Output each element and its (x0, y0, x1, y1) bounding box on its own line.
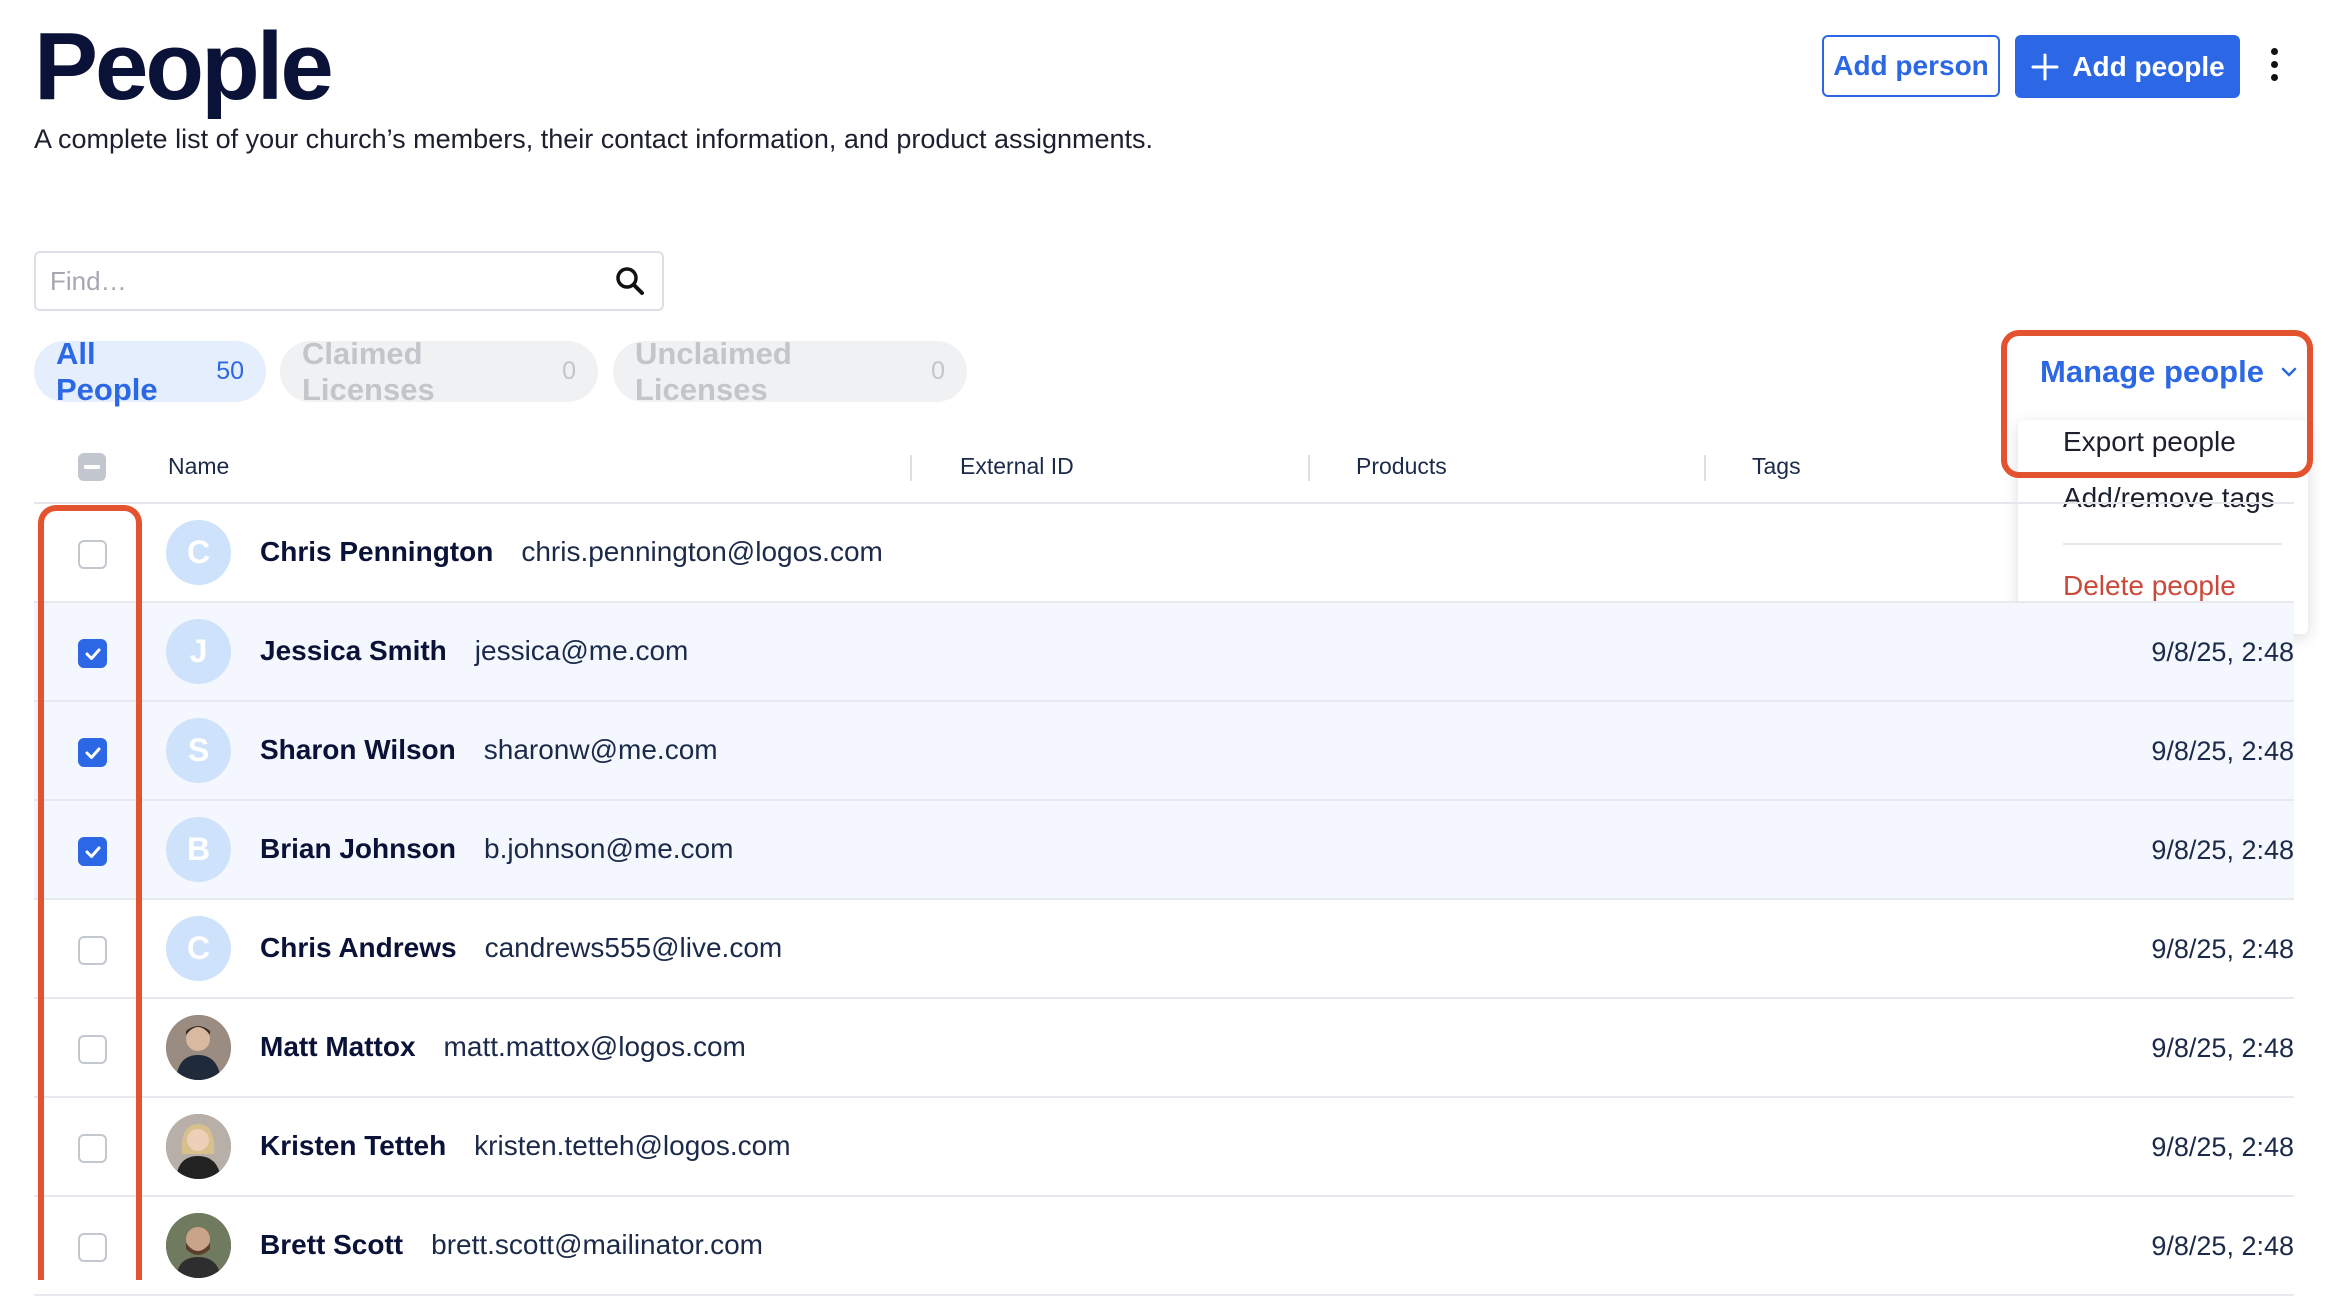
table-row[interactable]: B Brian Johnson b.johnson@me.com 9/8/25, … (34, 801, 2294, 900)
plus-icon (2031, 53, 2059, 80)
filter-label: Claimed Licenses (302, 335, 435, 407)
column-divider (1308, 455, 1310, 481)
table-row[interactable]: J Jessica Smith jessica@me.com 9/8/25, 2:… (34, 603, 2294, 702)
avatar: B (166, 817, 231, 882)
table-row[interactable]: S Sharon Wilson sharonw@me.com 9/8/25, 2:… (34, 702, 2294, 801)
avatar: S (166, 718, 231, 783)
avatar-photo (166, 1015, 231, 1080)
avatar: J (166, 619, 231, 684)
last-activity-date: 9/8/25, 2:48 (2151, 1231, 2294, 1261)
person-name[interactable]: Brian Johnson (260, 833, 456, 865)
last-activity-date: 9/8/25, 2:48 (2151, 1033, 2294, 1063)
filter-count: 0 (562, 357, 576, 385)
highlight-row-checkboxes (38, 505, 142, 1280)
person-name[interactable]: Kristen Tetteh (260, 1130, 446, 1162)
person-email: sharonw@me.com (483, 734, 718, 765)
person-email: kristen.tetteh@logos.com (474, 1130, 791, 1161)
person-email: b.johnson@me.com (484, 833, 734, 864)
filter-claimed-licenses[interactable]: Claimed Licenses 0 (280, 336, 598, 407)
column-divider (1704, 455, 1706, 481)
filter-count: 0 (931, 357, 945, 385)
person-name[interactable]: Chris Pennington (260, 536, 493, 568)
person-name[interactable]: Brett Scott (260, 1229, 403, 1261)
table-row[interactable]: C Chris Pennington chris.pennington@logos… (34, 504, 2294, 603)
search-input[interactable] (36, 264, 612, 298)
table-row[interactable]: Kristen Tetteh kristen.tetteh@logos.com 9… (34, 1098, 2294, 1197)
person-name[interactable]: Chris Andrews (260, 932, 457, 964)
person-email: chris.pennington@logos.com (521, 536, 883, 567)
last-activity-date: 9/8/25, 2:48 (2151, 835, 2294, 865)
person-name[interactable]: Sharon Wilson (260, 734, 456, 766)
column-header-external-id[interactable]: External ID (960, 453, 1074, 480)
filter-label: Unclaimed Licenses (635, 335, 792, 407)
highlight-manage-people (2001, 330, 2313, 478)
column-header-name[interactable]: Name (168, 453, 229, 480)
table-row[interactable]: C Chris Andrews candrews555@live.com 9/8/… (34, 900, 2294, 999)
add-person-button[interactable]: Add person (1822, 35, 2000, 97)
page-subtitle: A complete list of your church’s members… (34, 124, 1154, 154)
avatar-photo (166, 1114, 231, 1179)
table-row[interactable]: Brett Scott brett.scott@mailinator.com 9/… (34, 1197, 2294, 1296)
last-activity-date: 9/8/25, 2:48 (2151, 637, 2294, 667)
table-row[interactable]: Matt Mattox matt.mattox@logos.com 9/8/25,… (34, 999, 2294, 1098)
filter-label: All People (56, 335, 158, 407)
add-people-label: Add people (2072, 50, 2225, 82)
column-header-tags[interactable]: Tags (1752, 453, 1801, 480)
last-activity-date: 9/8/25, 2:48 (2151, 1132, 2294, 1162)
add-people-button[interactable]: Add people (2015, 35, 2240, 98)
select-all-checkbox[interactable] (78, 453, 106, 481)
person-name[interactable]: Matt Mattox (260, 1031, 416, 1063)
search-box (34, 251, 664, 311)
filter-count: 50 (216, 357, 244, 385)
filter-all-people[interactable]: All People 50 (34, 336, 266, 407)
filter-unclaimed-licenses[interactable]: Unclaimed Licenses 0 (613, 336, 967, 407)
avatar-photo (166, 1213, 231, 1278)
kebab-menu-icon[interactable] (2262, 40, 2286, 88)
person-email: jessica@me.com (474, 635, 689, 666)
avatar: C (166, 520, 231, 585)
search-icon[interactable] (612, 263, 648, 299)
person-email: candrews555@live.com (484, 932, 783, 963)
avatar: C (166, 916, 231, 981)
last-activity-date: 9/8/25, 2:48 (2151, 934, 2294, 964)
person-name[interactable]: Jessica Smith (260, 635, 447, 667)
person-email: matt.mattox@logos.com (443, 1031, 746, 1062)
column-divider (910, 455, 912, 481)
page-title: People (34, 13, 334, 120)
person-email: brett.scott@mailinator.com (431, 1229, 763, 1260)
column-header-products[interactable]: Products (1356, 453, 1447, 480)
last-activity-date: 9/8/25, 2:48 (2151, 736, 2294, 766)
